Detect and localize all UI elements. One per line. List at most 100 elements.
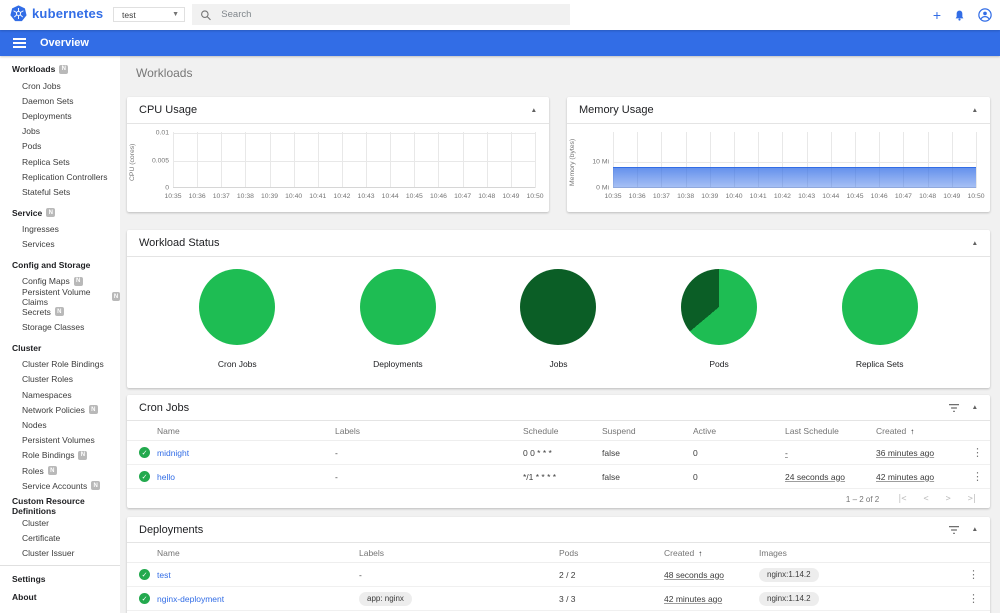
resource-name-link[interactable]: nginx-deployment — [157, 594, 224, 604]
sidebar-item-label: Pods — [22, 141, 42, 152]
column-header-active[interactable]: Active — [693, 426, 785, 436]
sidebar-item-cluster-role-bindings[interactable]: Cluster Role Bindings — [0, 357, 120, 372]
sidebar-item-pods[interactable]: Pods — [0, 139, 120, 154]
x-tick-label: 10:41 — [749, 193, 767, 200]
last-page-button[interactable]: >| — [968, 494, 977, 504]
x-tick-label: 10:37 — [212, 193, 230, 200]
account-icon[interactable] — [978, 8, 992, 22]
filter-icon[interactable] — [948, 403, 960, 413]
resource-name-link[interactable]: hello — [157, 472, 175, 482]
first-page-button[interactable]: |< — [897, 494, 906, 504]
sidebar-item-label: Certificate — [22, 533, 61, 544]
namespaced-badge: N — [91, 481, 101, 491]
sidebar-group-label: Workloads — [12, 64, 56, 74]
collapse-chevron-icon[interactable]: ▲ — [972, 107, 978, 114]
column-header-pods[interactable]: Pods — [559, 548, 664, 558]
cell-status: ✓ — [127, 471, 157, 483]
sidebar-item-cluster-issuer[interactable]: Cluster Issuer — [0, 546, 120, 561]
cell-status: ✓ — [127, 593, 157, 605]
sidebar-group-cluster[interactable]: Cluster — [0, 339, 120, 357]
sidebar-item-storage-classes[interactable]: Storage Classes — [0, 319, 120, 334]
sidebar-group-workloads[interactable]: Workloads N — [0, 60, 120, 78]
cell-images: nginx:1.14.2 — [759, 567, 964, 582]
topbar: kubernetes test ▼ + — [0, 0, 1000, 30]
sidebar-item-jobs[interactable]: Jobs — [0, 124, 120, 139]
sidebar-group-custom-resource-definitions[interactable]: Custom Resource Definitions — [0, 496, 120, 516]
sidebar-section-service: Service N Ingresses Services — [0, 204, 120, 252]
sidebar-group-config-and-storage[interactable]: Config and Storage — [0, 256, 120, 274]
search-bar[interactable] — [192, 4, 570, 25]
cell-created: 42 minutes ago — [664, 594, 759, 604]
next-page-button[interactable]: > — [946, 494, 951, 504]
collapse-chevron-icon[interactable]: ▲ — [972, 526, 978, 533]
main-content: Workloads CPU Usage ▲ CPU (cores) 10:35 1… — [120, 56, 1000, 613]
sidebar-item-role-bindings[interactable]: Role Bindings N — [0, 448, 120, 463]
column-header-created[interactable]: Created ↑ — [664, 548, 759, 558]
sidebar-group-service[interactable]: Service N — [0, 204, 120, 222]
sidebar-item-network-policies[interactable]: Network Policies N — [0, 402, 120, 417]
sidebar-item-daemon-sets[interactable]: Daemon Sets — [0, 93, 120, 108]
sidebar-item-service-accounts[interactable]: Service Accounts N — [0, 478, 120, 493]
column-header-name[interactable]: Name — [157, 548, 359, 558]
column-header-images[interactable]: Images — [759, 548, 964, 558]
kebab-menu-button[interactable]: ⋮ — [964, 593, 983, 605]
sidebar-item-cluster-roles[interactable]: Cluster Roles — [0, 372, 120, 387]
create-resource-button[interactable]: + — [933, 8, 941, 22]
sidebar-item-stateful-sets[interactable]: Stateful Sets — [0, 184, 120, 199]
column-header-schedule[interactable]: Schedule — [523, 426, 602, 436]
image-chip: nginx:1.14.2 — [759, 567, 819, 582]
x-tick-label: 10:40 — [725, 193, 743, 200]
column-header-name[interactable]: Name — [157, 426, 335, 436]
namespace-selector[interactable]: test ▼ — [113, 7, 185, 22]
prev-page-button[interactable]: < — [924, 494, 929, 504]
relative-time: 48 seconds ago — [664, 569, 725, 580]
sidebar-item-persistent-volume-claims[interactable]: Persistent Volume Claims N — [0, 287, 120, 307]
collapse-chevron-icon[interactable]: ▲ — [972, 240, 978, 247]
search-input[interactable] — [221, 9, 562, 20]
sidebar-item-nodes[interactable]: Nodes — [0, 417, 120, 432]
sidebar-item-label: Cluster Issuer — [22, 548, 75, 559]
kubernetes-logo-icon — [10, 5, 27, 22]
sidebar-item-services[interactable]: Services — [0, 237, 120, 252]
menu-icon[interactable] — [13, 38, 26, 48]
sidebar-item-settings[interactable]: Settings — [0, 570, 120, 588]
x-tick-label: 10:38 — [236, 193, 254, 200]
sidebar-item-certificate[interactable]: Certificate — [0, 531, 120, 546]
x-tick-label: 10:37 — [652, 193, 670, 200]
sidebar-item-namespaces[interactable]: Namespaces — [0, 387, 120, 402]
sidebar-item-deployments[interactable]: Deployments — [0, 108, 120, 123]
kebab-menu-button[interactable]: ⋮ — [968, 447, 987, 459]
kebab-menu-button[interactable]: ⋮ — [964, 569, 983, 581]
sidebar-item-about[interactable]: About — [0, 588, 120, 606]
cell-last_schedule: 24 seconds ago — [785, 472, 876, 482]
sidebar-item-cron-jobs[interactable]: Cron Jobs — [0, 78, 120, 93]
column-header-suspend[interactable]: Suspend — [602, 426, 693, 436]
kubernetes-dashboard: kubernetes test ▼ + — [0, 0, 1000, 613]
x-tick-label: 10:47 — [454, 193, 472, 200]
collapse-chevron-icon[interactable]: ▲ — [972, 404, 978, 411]
sidebar-item-replication-controllers[interactable]: Replication Controllers — [0, 169, 120, 184]
collapse-chevron-icon[interactable]: ▲ — [531, 107, 537, 114]
sidebar-footer: Settings About — [0, 570, 120, 606]
column-header-last-schedule[interactable]: Last Schedule — [785, 426, 876, 436]
column-header-labels[interactable]: Labels — [335, 426, 523, 436]
sidebar-item-ingresses[interactable]: Ingresses — [0, 222, 120, 237]
filter-icon[interactable] — [948, 525, 960, 535]
sidebar-item-roles[interactable]: Roles N — [0, 463, 120, 478]
sidebar-item-replica-sets[interactable]: Replica Sets — [0, 154, 120, 169]
sidebar-item-label: Stateful Sets — [22, 186, 71, 197]
resource-name-link[interactable]: midnight — [157, 448, 189, 458]
pie-label: Deployments — [373, 359, 423, 369]
kebab-menu-button[interactable]: ⋮ — [968, 471, 987, 483]
kubernetes-logo[interactable]: kubernetes — [10, 5, 103, 22]
resource-name-link[interactable]: test — [157, 570, 171, 580]
memory-y-axis-label: Memory (bytes) — [569, 138, 576, 186]
sidebar-item-persistent-volumes[interactable]: Persistent Volumes — [0, 433, 120, 448]
sidebar-item-cluster[interactable]: Cluster — [0, 515, 120, 530]
x-gridline — [535, 132, 536, 188]
x-tick-label: 10:42 — [333, 193, 351, 200]
column-header-created[interactable]: Created ↑ — [876, 426, 968, 436]
namespace-value: test — [122, 9, 136, 20]
notifications-icon[interactable] — [953, 9, 966, 22]
column-header-labels[interactable]: Labels — [359, 548, 559, 558]
